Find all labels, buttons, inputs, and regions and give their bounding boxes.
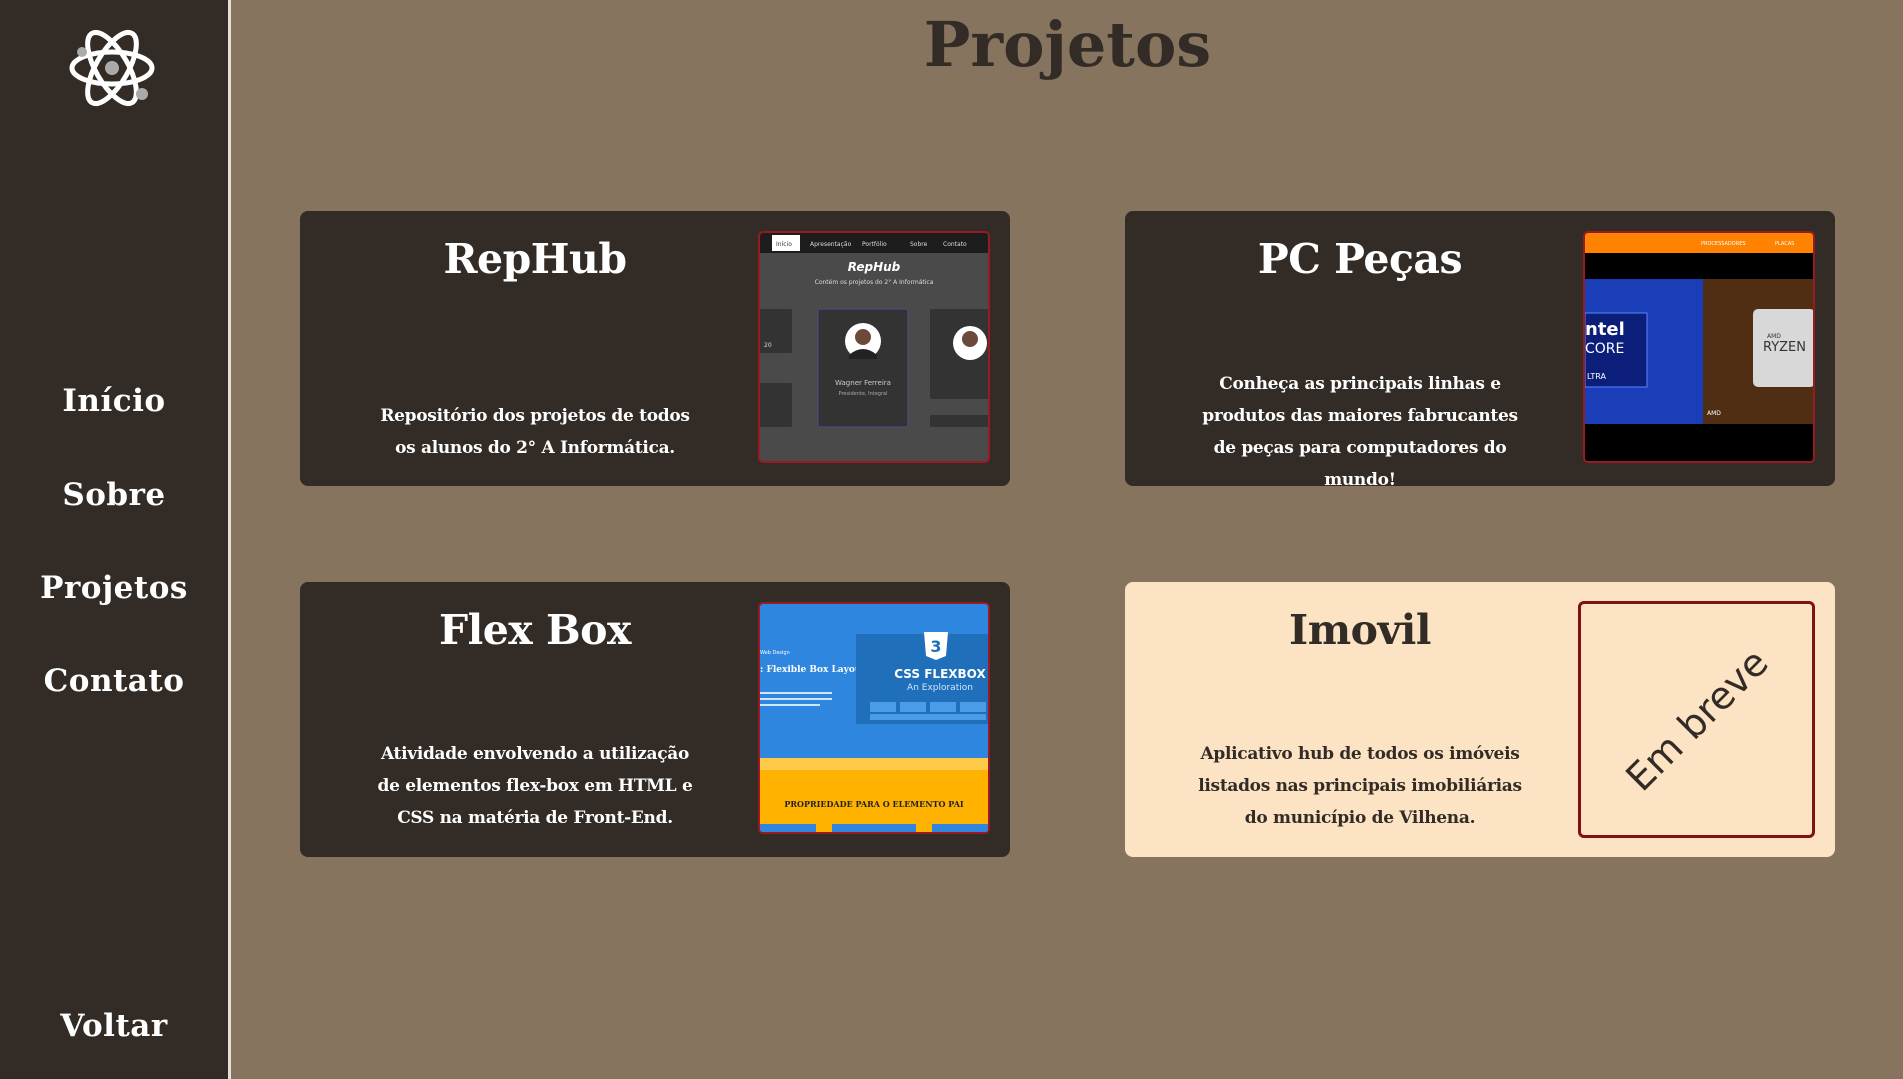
project-card-imovil: Imovil Aplicativo hub de todos os imóvei… — [1125, 582, 1835, 857]
project-thumbnail-flex-box[interactable]: Web Design : Flexible Box Layout 3 CSS F… — [758, 602, 990, 834]
svg-text:Wagner Ferreira: Wagner Ferreira — [835, 379, 891, 387]
project-thumbnail-rephub[interactable]: Início Apresentação Portfólio Sobre Cont… — [758, 231, 990, 463]
svg-text:: Flexible Box Layout: : Flexible Box Layout — [760, 665, 866, 675]
svg-text:PROPRIEDADE PARA O ELEMENTO PA: PROPRIEDADE PARA O ELEMENTO PAI — [784, 799, 964, 809]
nav-sobre[interactable]: Sobre — [0, 477, 228, 513]
back-link[interactable]: Voltar — [0, 1008, 228, 1044]
svg-text:20: 20 — [764, 342, 772, 349]
sidebar: Início Sobre Projetos Contato Voltar — [0, 0, 231, 1079]
project-description: Atividade envolvendo a utilização de ele… — [377, 744, 693, 828]
page-title: Projetos — [923, 8, 1212, 81]
project-title: Flex Box — [439, 606, 631, 654]
svg-text:Presidente, Integral: Presidente, Integral — [839, 391, 888, 397]
svg-text:Portfólio: Portfólio — [862, 241, 887, 248]
svg-text:PLACAS: PLACAS — [1775, 241, 1794, 247]
svg-text:An Exploration: An Exploration — [907, 683, 973, 693]
project-title: RepHub — [443, 235, 627, 283]
project-title: Imovil — [1289, 606, 1431, 654]
svg-text:CORE: CORE — [1585, 341, 1624, 357]
svg-text:Contato: Contato — [943, 241, 967, 248]
svg-text:RepHub: RepHub — [848, 260, 901, 274]
project-card-rephub: RepHub Repositório dos projetos de todos… — [300, 211, 1010, 486]
svg-text:ntel: ntel — [1585, 319, 1625, 340]
svg-text:Contém os projetos do 2° A Inf: Contém os projetos do 2° A Informática — [815, 279, 934, 286]
svg-text:CSS FLEXBOX: CSS FLEXBOX — [894, 667, 986, 681]
project-description: Aplicativo hub de todos os imóveis lista… — [1198, 744, 1522, 828]
project-card-flex-box: Flex Box Atividade envolvendo a utilizaç… — [300, 582, 1010, 857]
svg-text:Sobre: Sobre — [910, 241, 928, 248]
coming-soon-label: Em breve — [1616, 639, 1777, 800]
nav-inicio[interactable]: Início — [0, 383, 228, 419]
svg-text:Apresentação: Apresentação — [810, 241, 852, 248]
svg-text:LTRA: LTRA — [1587, 372, 1606, 381]
atom-icon[interactable] — [68, 22, 156, 114]
svg-text:Início: Início — [776, 241, 792, 248]
svg-text:AMD: AMD — [1767, 333, 1781, 340]
svg-text:RYZEN: RYZEN — [1763, 340, 1806, 355]
coming-soon-box: Em breve — [1578, 601, 1815, 838]
svg-text:Web Design: Web Design — [760, 650, 790, 656]
svg-text:3: 3 — [930, 637, 941, 656]
project-description: Repositório dos projetos de todos os alu… — [380, 406, 690, 458]
svg-text:AMD: AMD — [1707, 410, 1721, 417]
svg-text:PROCESSADORES: PROCESSADORES — [1701, 241, 1746, 247]
nav-contato[interactable]: Contato — [0, 663, 228, 699]
project-description: Conheça as principais linhas e produtos … — [1202, 374, 1518, 490]
project-thumbnail-pc-pecas[interactable]: PROCESSADORES PLACAS ntel CORE LTRA AMD … — [1583, 231, 1815, 463]
nav-projetos[interactable]: Projetos — [0, 570, 228, 606]
project-title: PC Peças — [1257, 235, 1463, 283]
project-card-pc-pecas: PC Peças Conheça as principais linhas e … — [1125, 211, 1835, 490]
